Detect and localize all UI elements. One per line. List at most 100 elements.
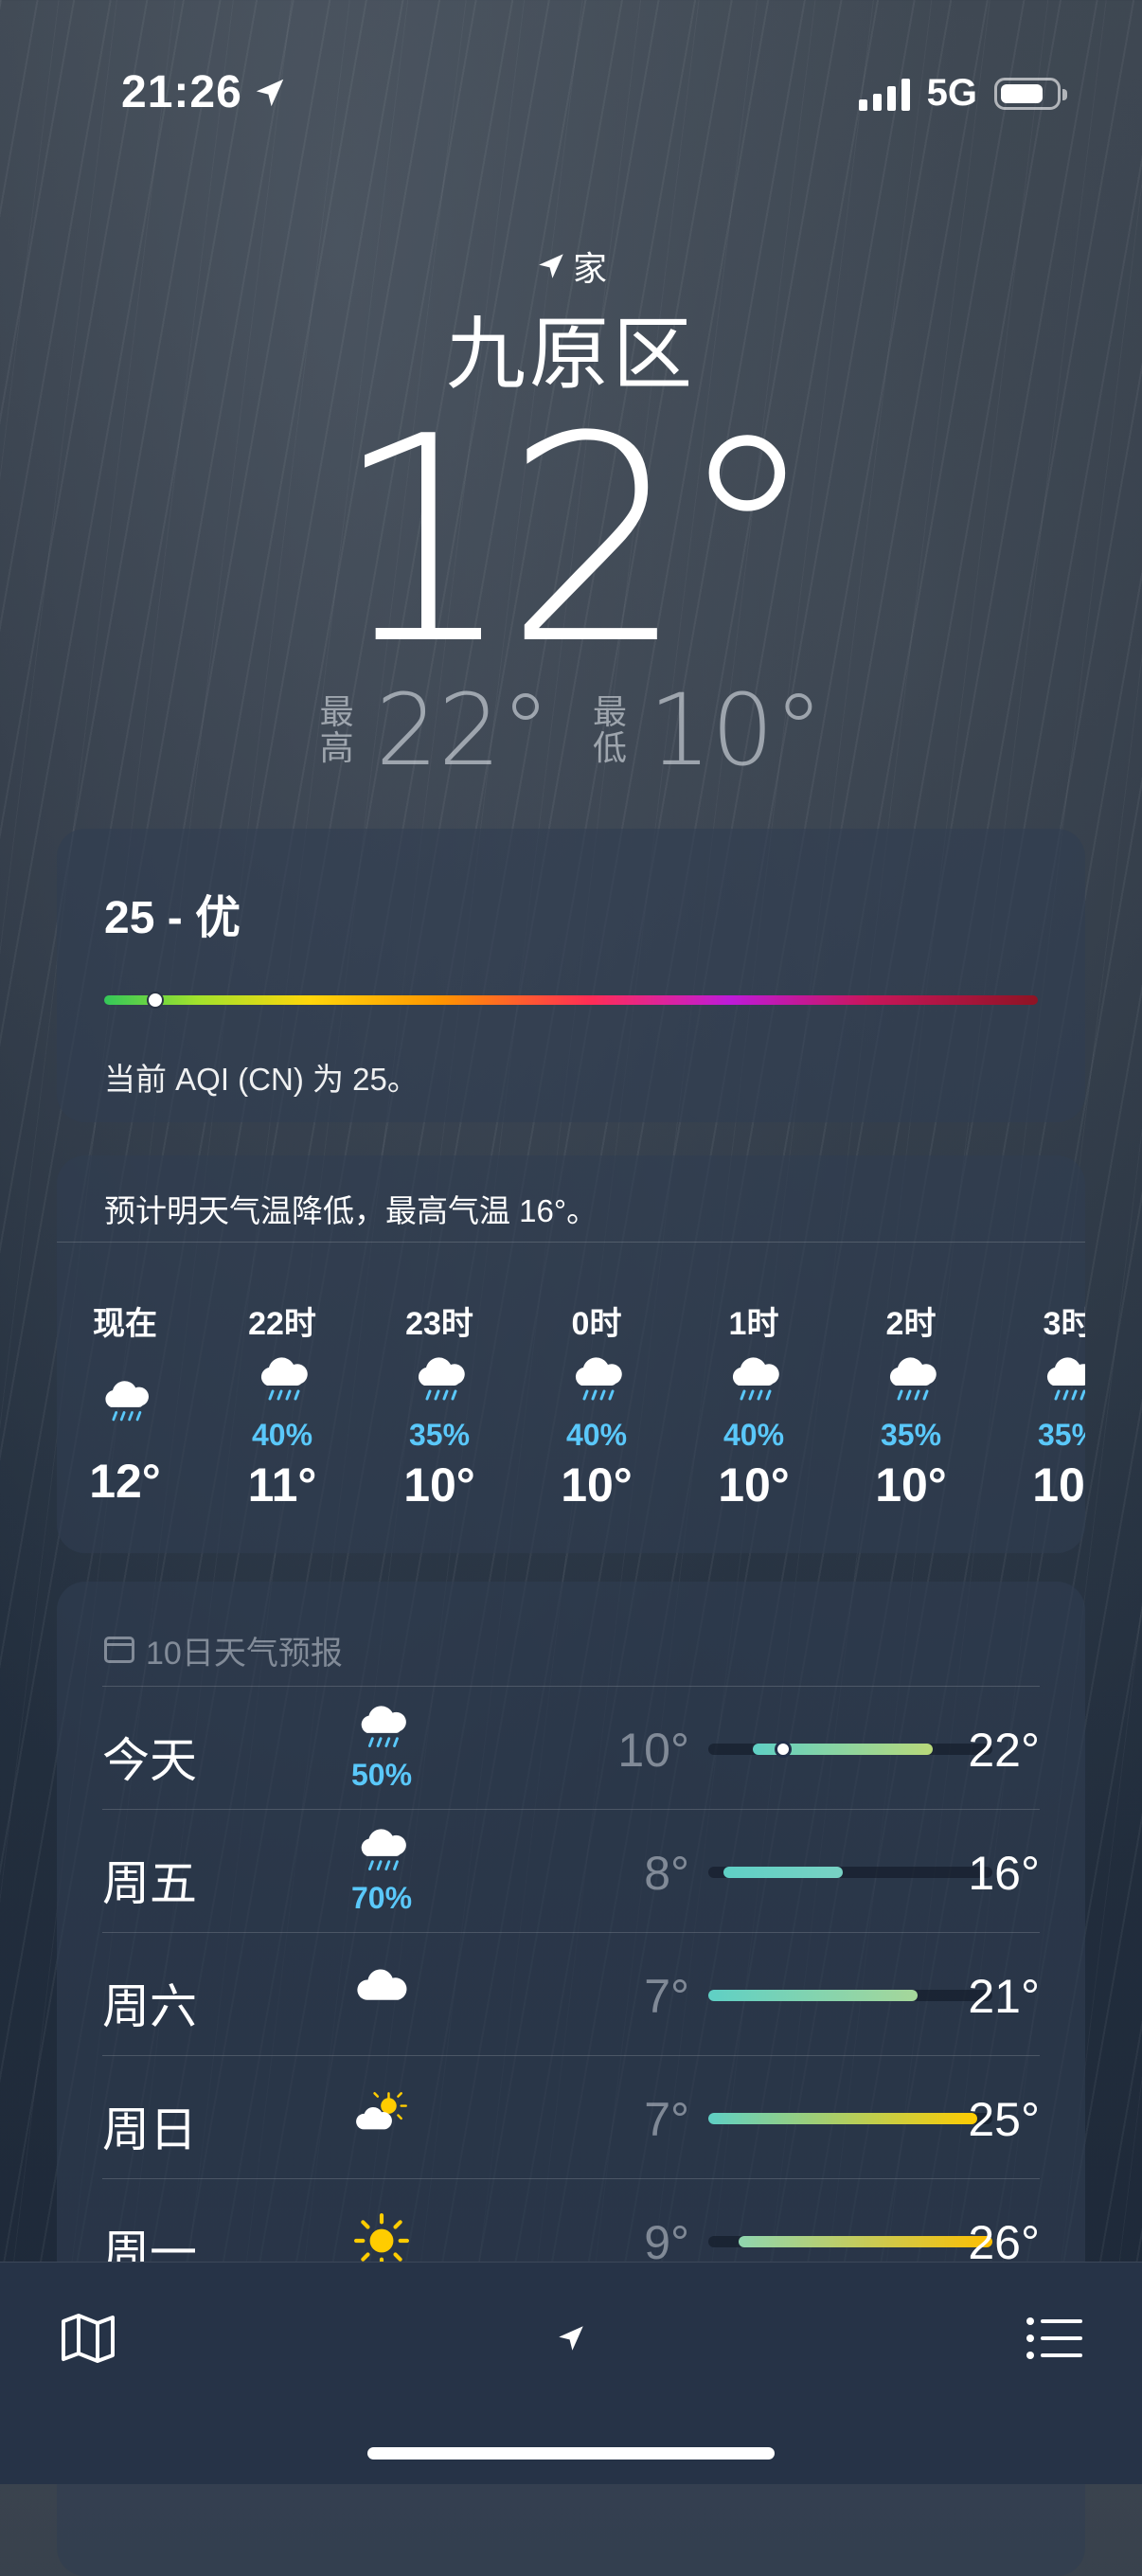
temp-range-bar [708,2113,992,2124]
day-high: 22° [968,1724,1040,1777]
hour-time: 1时 [728,1306,779,1342]
rain-cloud-icon [683,1355,825,1422]
current-temperature: 12° [333,376,818,707]
daily-row[interactable]: 今天 50% 10° 22° [102,1686,1040,1810]
hour-time: 3时 [1043,1306,1085,1342]
day-low: 10° [617,1724,689,1777]
aqi-indicator-dot [147,992,165,1009]
day-precip: 50% [350,1758,413,1793]
hour-temp: 10° [1032,1458,1085,1512]
day-high: 25° [968,2093,1040,2146]
map-icon [62,2314,115,2363]
day-precip: 70% [350,1881,413,1916]
temp-range-bar [708,1741,992,1758]
hour-temp: 11° [247,1458,317,1512]
high-temperature: 22° [375,672,550,788]
ten-day-title: 10日天气预报 [146,1635,343,1672]
hour-precip: 40% [251,1418,313,1452]
temp-range-fill [738,2236,992,2247]
battery-icon [994,77,1067,110]
temp-range-fill [708,1990,919,2001]
current-temp-dot [774,1741,792,1758]
current-location-button[interactable] [533,2300,609,2376]
high-label: 最高 [319,692,354,767]
current-weather-header: 家 九原区 12° 最高 22° 最低 10° [0,242,1142,788]
rain-cloud-icon: 50% [330,1704,434,1793]
location-label-text: 家 [572,249,607,288]
day-low: 8° [644,1847,689,1900]
hourly-item: 现在 12° [57,1297,196,1509]
low-temperature: 10° [649,672,824,788]
daily-row[interactable]: 周日 7° 25° [102,2055,1040,2179]
hour-time: 2时 [885,1306,937,1342]
rain-cloud-icon [211,1355,353,1422]
hour-temp: 10° [875,1458,947,1512]
rain-cloud-icon [526,1355,668,1422]
network-type: 5G [926,72,977,114]
hourly-item: 1时 40% 10° [683,1297,825,1512]
hour-time: 23时 [405,1306,473,1342]
partly-sunny-icon [330,2090,434,2138]
status-time-text: 21:26 [121,67,242,117]
hour-precip: 35% [408,1418,471,1452]
cloud-icon [330,1967,434,2011]
hour-precip: 35% [1037,1418,1085,1452]
hourly-forecast-card[interactable]: 预计明天气温降低，最高气温 16°。 现在 12° 22时 40% 11° 23时 35% 1… [57,1155,1085,1553]
status-bar: 21:26 5G [0,66,1142,123]
temp-range-bar [708,2236,992,2247]
hour-temp: 10° [403,1458,475,1512]
aqi-title: 25 - 优 [104,893,241,943]
day-name: 周日 [102,2103,197,2156]
rain-cloud-icon [368,1355,510,1422]
hour-temp: 10° [718,1458,790,1512]
low-label: 最低 [592,692,627,767]
hour-precip: 35% [880,1418,942,1452]
day-low: 7° [644,2093,689,2146]
day-high: 16° [968,1847,1040,1900]
ten-day-header: 10日天气预报 [57,1582,1085,1686]
day-name: 今天 [102,1734,197,1787]
hour-temp: 10° [561,1458,633,1512]
day-low: 7° [644,1970,689,2023]
rain-cloud-icon: 70% [330,1827,434,1916]
temp-range-fill [723,1867,844,1878]
hourly-item: 22时 40% 11° [211,1297,353,1512]
hour-time: 现在 [93,1306,157,1342]
rain-cloud-icon [997,1355,1085,1422]
city-list-button[interactable] [1016,2300,1092,2376]
location-label: 家 [0,242,1142,291]
day-name: 周五 [102,1857,197,1910]
cellular-signal-icon [858,77,910,111]
bottom-toolbar [0,2262,1142,2484]
hourly-item: 3时 35% 10° [997,1297,1085,1512]
hourly-item: 0时 40% 10° [526,1297,668,1512]
hour-precip: 40% [565,1418,628,1452]
temp-range-bar [708,1990,992,2001]
temp-range-fill [708,2113,978,2124]
home-indicator[interactable] [367,2447,775,2460]
hourly-item: 23时 35% 10° [368,1297,510,1512]
day-name: 周六 [102,1980,197,2033]
day-high: 21° [968,1970,1040,2023]
status-time: 21:26 [121,66,288,118]
rain-cloud-icon [57,1355,196,1450]
air-quality-card[interactable]: 25 - 优 当前 AQI (CN) 为 25。 [57,829,1085,1122]
temp-range-bar [708,1867,992,1878]
hour-time: 0时 [571,1306,622,1342]
hour-precip: 40% [723,1418,785,1452]
list-icon [1026,2317,1082,2359]
map-button[interactable] [50,2300,126,2376]
hourly-summary: 预计明天气温降低，最高气温 16°。 [57,1155,1085,1243]
hour-temp: 12° [89,1455,161,1508]
hourly-item: 2时 35% 10° [840,1297,982,1512]
calendar-icon [104,1637,134,1663]
hourly-scroll[interactable]: 现在 12° 22时 40% 11° 23时 35% 10° 0时 40% 10° 1时 40% 10° 2… [57,1297,1085,1544]
location-arrow-icon [559,2326,583,2351]
daily-row[interactable]: 周五 70% 8° 16° [102,1809,1040,1933]
hour-time: 22时 [248,1306,316,1342]
location-arrow-icon [539,254,563,278]
aqi-description: 当前 AQI (CN) 为 25。 [104,1062,419,1097]
daily-row[interactable]: 周六 7° 21° [102,1932,1040,2056]
location-arrow-icon [256,79,284,106]
aqi-scale-bar [104,992,1038,1009]
